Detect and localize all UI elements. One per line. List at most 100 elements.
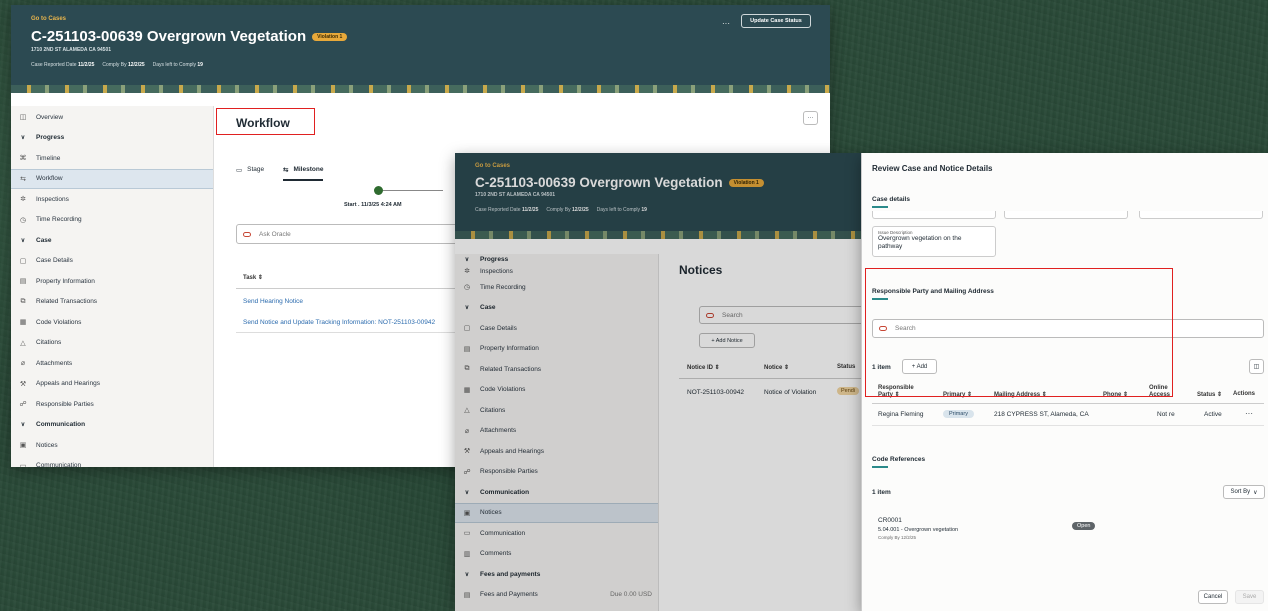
go-to-cases-link[interactable]: Go to Cases — [475, 163, 862, 169]
case-meta: Case Reported Date 11/2/25 Comply By 12/… — [31, 62, 203, 68]
notices-window: Go to Cases C-251103-00639 Overgrown Veg… — [455, 153, 862, 611]
heading-underline — [872, 466, 888, 468]
warning-icon: △ — [464, 407, 470, 415]
column-settings-button[interactable]: ◫ — [1249, 359, 1264, 374]
transactions-icon: ⧉ — [464, 365, 470, 373]
nav-notices[interactable]: ▣ Notices — [455, 502, 658, 523]
nav-section-communication[interactable]: ∨ Communication — [455, 482, 658, 503]
tab-stage[interactable]: ▭ Stage — [236, 166, 264, 174]
case-title: C-251103-00639 Overgrown Vegetation — [475, 175, 723, 190]
code-reference-card[interactable]: CR0001 5.04.001 - Overgrown vegetation C… — [872, 511, 1264, 549]
chevron-down-icon: ∨ — [1253, 489, 1258, 496]
col-status[interactable]: Status ⇕ — [1197, 391, 1222, 398]
task-send-notice-update[interactable]: Send Notice and Update Tracking Informat… — [243, 319, 435, 326]
header-stripe — [11, 85, 830, 93]
rp-mailing-cell: 218 CYPRESS ST, Alameda, CA — [994, 411, 1089, 418]
nav-section-progress[interactable]: ∨ Progress — [455, 254, 658, 265]
nav-citations[interactable]: △ Citations — [11, 333, 213, 354]
nav-attachments[interactable]: ⌀ Attachments — [11, 353, 213, 374]
task-send-hearing-notice[interactable]: Send Hearing Notice — [243, 298, 303, 305]
violations-icon: ▦ — [19, 319, 27, 327]
nav-property-information[interactable]: ▤ Property Information — [11, 271, 213, 292]
nav-notices[interactable]: ▣ Notices — [11, 435, 213, 456]
nav-overview[interactable]: ◫ Overview — [11, 107, 213, 128]
field-partial-3[interactable] — [1139, 211, 1263, 219]
save-button[interactable]: Save — [1235, 590, 1264, 604]
sort-by-dropdown[interactable]: Sort By ∨ — [1223, 485, 1265, 499]
cancel-button[interactable]: Cancel — [1198, 590, 1228, 604]
nav-inspections[interactable]: ✲ Inspections — [11, 189, 213, 210]
notice-id-cell[interactable]: NOT-251103-00942 — [687, 389, 744, 396]
nav-communication[interactable]: ▭ Communication — [455, 523, 658, 544]
code-item-count: 1 item — [872, 489, 891, 496]
notice-column-header[interactable]: Notice ⇕ — [764, 364, 789, 371]
update-case-status-button[interactable]: Update Case Status — [741, 14, 811, 28]
chevron-down-icon: ∨ — [464, 489, 470, 496]
payment-icon: ▤ — [463, 591, 471, 599]
more-options-icon[interactable]: ··· — [722, 19, 730, 28]
add-notice-button[interactable]: + Add Notice — [699, 333, 755, 348]
rp-online-cell: Not re — [1157, 411, 1175, 418]
rp-status-cell: Active — [1204, 411, 1222, 418]
case-address: 1710 2ND ST ALAMEDA CA 94501 — [31, 47, 112, 53]
nav-communication[interactable]: ▭ Communication — [11, 456, 213, 467]
workflow-icon: ⇆ — [20, 175, 26, 183]
nav-citations[interactable]: △ Citations — [455, 400, 658, 421]
notice-id-column-header[interactable]: Notice ID ⇕ — [687, 364, 720, 371]
nav-section-case[interactable]: ∨ Case — [11, 230, 213, 251]
oracle-icon — [243, 231, 251, 237]
issue-description-field[interactable]: Issue Description Overgrown vegetation o… — [872, 226, 996, 257]
go-to-cases-link[interactable]: Go to Cases — [31, 16, 830, 22]
nav-appeals[interactable]: ⚒ Appeals and Hearings — [11, 374, 213, 395]
people-icon: ☍ — [463, 468, 471, 476]
chevron-down-icon: ∨ — [20, 237, 26, 244]
nav-property-information[interactable]: ▤ Property Information — [455, 339, 658, 360]
nav-section-fees[interactable]: ∨ Fees and payments — [455, 564, 658, 585]
overview-icon: ◫ — [19, 114, 27, 122]
people-icon: ☍ — [19, 401, 27, 409]
primary-badge: Primary — [943, 410, 974, 418]
attachment-icon: ⌀ — [20, 360, 26, 368]
header-stripe — [455, 231, 862, 239]
nav-time-recording[interactable]: ◷ Time Recording — [455, 277, 658, 298]
nav-case-details[interactable]: ▢ Case Details — [11, 251, 213, 272]
nav-case-details[interactable]: ▢ Case Details — [455, 318, 658, 339]
field-partial-1[interactable] — [872, 211, 996, 219]
row-actions-icon[interactable]: ··· — [1245, 409, 1253, 418]
workflow-more-button[interactable]: ··· — [803, 111, 818, 125]
nav-section-case[interactable]: ∨ Case — [455, 298, 658, 319]
milestone-icon: ⇆ — [283, 167, 289, 174]
nav-inspections[interactable]: ✲ Inspections — [455, 265, 658, 277]
nav-responsible-parties[interactable]: ☍ Responsible Parties — [455, 462, 658, 483]
field-partial-2[interactable] — [1004, 211, 1128, 219]
nav-attachments[interactable]: ⌀ Attachments — [455, 421, 658, 442]
review-drawer: Review Case and Notice Details Case deta… — [861, 153, 1268, 611]
nav-code-violations[interactable]: ▦ Code Violations — [455, 380, 658, 401]
status-column-header[interactable]: Status — [837, 364, 855, 370]
warning-icon: △ — [20, 339, 26, 347]
nav-fees-and-payments[interactable]: ▤ Fees and Payments Due 0.00 USD — [455, 585, 658, 606]
nav-timeline[interactable]: ⌘ Timeline — [11, 148, 213, 169]
tab-milestone[interactable]: ⇆ Milestone — [283, 166, 324, 181]
task-table-divider — [236, 332, 476, 333]
case-address: 1710 2ND ST ALAMEDA CA 94501 — [475, 192, 556, 198]
property-icon: ▤ — [19, 278, 27, 286]
fees-due: Due 0.00 USD — [610, 591, 652, 599]
nav-related-transactions[interactable]: ⧉ Related Transactions — [455, 359, 658, 380]
nav-responsible-parties[interactable]: ☍ Responsible Parties — [11, 394, 213, 415]
nav-comments[interactable]: ▥ Comments — [455, 544, 658, 565]
notices-search-input[interactable]: Search — [699, 306, 862, 324]
timeline-icon: ⌘ — [19, 155, 27, 163]
case-details-heading: Case details — [872, 196, 910, 203]
nav-section-progress[interactable]: ∨ Progress — [11, 128, 213, 149]
nav-workflow[interactable]: ⇆ Workflow — [11, 168, 213, 189]
nav-time-recording[interactable]: ◷ Time Recording — [11, 210, 213, 231]
nav-section-communication[interactable]: ∨ Communication — [11, 415, 213, 436]
clock-icon: ◷ — [463, 284, 471, 292]
nav-appeals[interactable]: ⚒ Appeals and Hearings — [455, 441, 658, 462]
transactions-icon: ⧉ — [20, 297, 26, 305]
nav-related-transactions[interactable]: ⧉ Related Transactions — [11, 292, 213, 313]
nav-code-violations[interactable]: ▦ Code Violations — [11, 312, 213, 333]
task-column-header[interactable]: Task ⇕ — [243, 274, 263, 281]
violations-icon: ▦ — [463, 386, 471, 394]
